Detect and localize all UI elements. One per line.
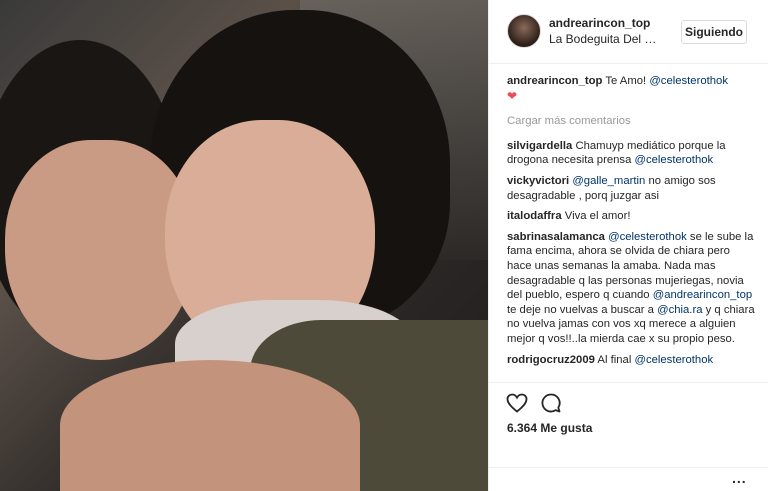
caption-text: Te Amo! [605, 75, 647, 87]
comment-text: Viva el amor! [564, 210, 631, 223]
comment-mention[interactable]: @celesterothok [635, 154, 714, 166]
comment-mention[interactable]: @galle_martin [572, 175, 645, 187]
caption-mention[interactable]: @celesterothok [649, 75, 728, 87]
comment-username[interactable]: italodaffra [507, 210, 562, 222]
more-options-icon[interactable]: ... [732, 470, 747, 486]
avatar[interactable] [507, 14, 541, 48]
comment-text: te deje no vuelvas a buscar a [507, 303, 654, 316]
following-button[interactable]: Siguiendo [681, 20, 747, 44]
post-location[interactable]: La Bodeguita Del M... [549, 32, 664, 46]
add-comment-bar: ... [489, 467, 768, 486]
comment-item: silvigardella Chamuyp mediático porque l… [507, 139, 757, 168]
comment-text: Al final [597, 353, 632, 366]
comment-item: vickyvictori @galle_martin no amigo sos … [507, 174, 757, 203]
post-actions: 6.364 Me gusta ... [489, 382, 768, 486]
comment-item: sabrinasalamanca @celesterothok se le su… [507, 230, 757, 347]
likes-count[interactable]: 6.364 Me gusta [507, 421, 592, 435]
comment-mention[interactable]: @celesterothok [634, 354, 713, 366]
comment-item: italodaffra Viva el amor! [507, 209, 757, 224]
comment-username[interactable]: sabrinasalamanca [507, 231, 605, 243]
post-username[interactable]: andrearincon_top [549, 16, 650, 30]
photo-arm [60, 360, 360, 491]
comment-mention[interactable]: @celesterothok [608, 231, 687, 243]
instagram-post-modal: andrearincon_top La Bodeguita Del M... S… [0, 0, 768, 491]
comment-item: rodrigocruz2009 Al final @celesterothok [507, 353, 757, 368]
load-more-comments-link[interactable]: Cargar más comentarios [507, 114, 757, 129]
post-photo[interactable] [0, 0, 488, 491]
comment-username[interactable]: silvigardella [507, 140, 572, 152]
post-caption: andrearincon_top Te Amo! @celesterothok … [507, 74, 757, 104]
comment-mention[interactable]: @andrearincon_top [653, 289, 752, 301]
heart-emoji-icon: ❤ [507, 88, 518, 103]
comments-list[interactable]: andrearincon_top Te Amo! @celesterothok … [507, 74, 757, 380]
comment-username[interactable]: rodrigocruz2009 [507, 354, 595, 366]
caption-username[interactable]: andrearincon_top [507, 75, 602, 87]
post-side-panel: andrearincon_top La Bodeguita Del M... S… [488, 0, 768, 491]
comment-username[interactable]: vickyvictori [507, 175, 569, 187]
comment-mention[interactable]: @chia.ra [657, 304, 702, 316]
like-heart-icon[interactable] [505, 391, 529, 415]
comment-bubble-icon[interactable] [539, 391, 563, 415]
post-header: andrearincon_top La Bodeguita Del M... S… [489, 0, 768, 64]
